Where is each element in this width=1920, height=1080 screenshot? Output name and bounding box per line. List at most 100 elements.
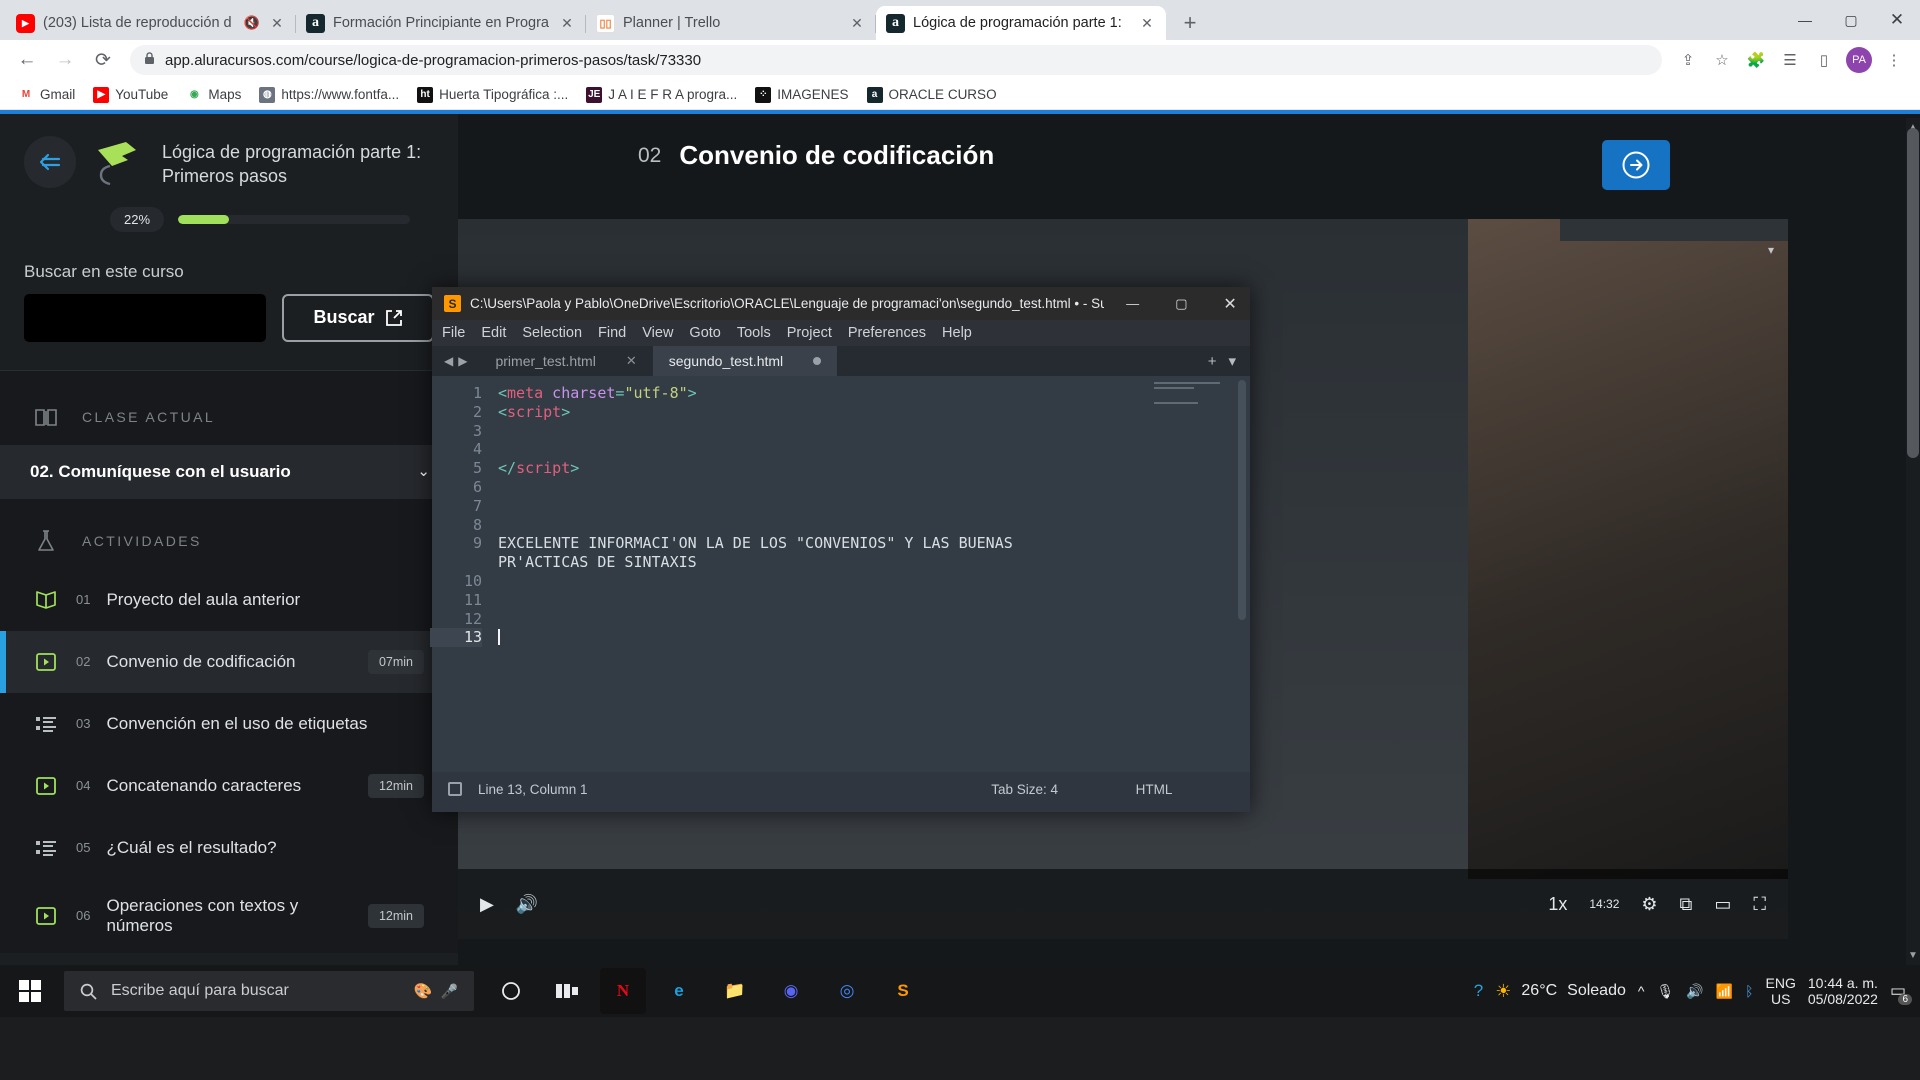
discord-icon[interactable]: ◉ <box>768 968 814 1014</box>
sidebar-toggle-icon[interactable] <box>448 782 462 796</box>
chrome-menu-icon[interactable]: ⋮ <box>1878 44 1910 76</box>
sublime-menu-view[interactable]: View <box>642 325 673 341</box>
sublime-minimap[interactable] <box>1154 382 1234 436</box>
sidepanel-icon[interactable]: ▯ <box>1808 44 1840 76</box>
file-explorer-icon[interactable]: 📁 <box>712 968 758 1014</box>
sublime-minimize-button[interactable]: — <box>1113 287 1153 320</box>
sublime-menu-selection[interactable]: Selection <box>522 325 582 341</box>
bluetooth-icon[interactable]: ᛒ <box>1745 983 1753 999</box>
sublime-code-area[interactable]: <meta charset="utf-8"> <script> </script>… <box>494 376 1250 772</box>
clock[interactable]: 10:44 a. m. 05/08/2022 <box>1808 975 1878 1007</box>
windows-start-icon[interactable] <box>0 965 60 1017</box>
sidebar-item-activity-06[interactable]: 06 Operaciones con textos y números 12min <box>0 879 458 953</box>
sublime-menu-tools[interactable]: Tools <box>737 325 771 341</box>
tab-next-icon[interactable]: ▶ <box>458 354 467 368</box>
language-indicator[interactable]: ENG US <box>1766 975 1796 1007</box>
scrollbar-thumb[interactable] <box>1907 128 1919 458</box>
taskbar-search[interactable]: Escribe aquí para buscar 🎨 🎤 <box>64 971 474 1011</box>
fullscreen-icon[interactable]: ⛶ <box>1753 894 1766 915</box>
bookmark-3[interactable]: ◍ https://www.fontfa... <box>251 84 407 106</box>
chrome-icon[interactable]: ◎ <box>824 968 870 1014</box>
sublime-tab-segundo[interactable]: segundo_test.html <box>652 346 838 376</box>
minimize-button[interactable]: — <box>1782 0 1828 40</box>
close-icon[interactable]: ✕ <box>848 15 866 32</box>
sublime-menu-help[interactable]: Help <box>942 325 972 341</box>
edge-icon[interactable]: e <box>656 968 702 1014</box>
browser-tab-0[interactable]: ▶ (203) Lista de reproducción d 🔇 ✕ <box>6 6 296 40</box>
sublime-tab-nav[interactable]: ◀ ▶ <box>432 346 479 376</box>
search-button[interactable]: Buscar <box>282 293 434 342</box>
reload-button[interactable]: ⟳ <box>86 43 120 77</box>
notification-icon[interactable]: ▭ 6 <box>1890 981 1912 1005</box>
browser-tab-3[interactable]: a Lógica de programación parte 1: ✕ <box>876 6 1166 40</box>
theater-mode-icon[interactable]: ▭ <box>1714 894 1731 915</box>
new-tab-button[interactable]: + <box>1176 10 1204 36</box>
back-button[interactable]: ← <box>10 43 44 77</box>
sidebar-item-activity-02[interactable]: 02 Convenio de codificación 07min <box>0 630 458 693</box>
bookmark-2[interactable]: ◉ Maps <box>178 84 249 106</box>
current-class-item[interactable]: 02. Comuníquese con el usuario ⌄ <box>0 444 458 499</box>
sublime-scrollbar[interactable] <box>1238 380 1246 620</box>
browser-tab-2[interactable]: ▯▯ Planner | Trello ✕ <box>586 6 876 40</box>
share-icon[interactable]: ⇪ <box>1672 44 1704 76</box>
wifi-icon[interactable]: 📶 <box>1716 983 1733 1000</box>
bookmark-0[interactable]: M Gmail <box>10 84 83 106</box>
netflix-icon[interactable]: N <box>600 968 646 1014</box>
sublime-tab-primer[interactable]: primer_test.html ✕ <box>479 346 652 376</box>
bookmark-4[interactable]: ht Huerta Tipográfica :... <box>409 84 576 106</box>
play-icon[interactable]: ▶ <box>480 894 494 915</box>
volume-icon[interactable]: 🔊 <box>516 894 538 915</box>
sublime-menu-project[interactable]: Project <box>787 325 832 341</box>
sublime-menu-find[interactable]: Find <box>598 325 626 341</box>
close-button[interactable]: ✕ <box>1874 0 1920 40</box>
gear-icon[interactable]: ⚙ <box>1641 894 1657 915</box>
mic-icon[interactable]: 🎙 <box>1656 983 1674 1000</box>
maximize-button[interactable]: ▢ <box>1828 0 1874 40</box>
syntax-mode[interactable]: HTML <box>1074 782 1234 797</box>
sublime-close-button[interactable]: ✕ <box>1210 287 1250 320</box>
scroll-down-icon[interactable]: ▼ <box>1907 950 1919 961</box>
sidebar-item-activity-03[interactable]: 03 Convención en el uso de etiquetas <box>0 693 458 755</box>
bookmark-6[interactable]: ⁘ IMAGENES <box>747 84 856 106</box>
playback-speed[interactable]: 1x <box>1548 894 1567 915</box>
close-icon[interactable]: ✕ <box>558 15 576 32</box>
forward-button[interactable]: → <box>48 43 82 77</box>
avatar[interactable]: PA <box>1846 47 1872 73</box>
close-icon[interactable]: ✕ <box>1138 15 1156 32</box>
close-icon[interactable]: ✕ <box>626 353 637 369</box>
tab-mute-icon[interactable]: 🔇 <box>244 15 260 31</box>
close-icon[interactable]: ✕ <box>268 15 286 32</box>
page-scrollbar[interactable]: ▲ ▼ <box>1906 118 1920 1017</box>
sidebar-item-activity-01[interactable]: 01 Proyecto del aula anterior <box>0 569 458 631</box>
sidebar-item-activity-05[interactable]: 05 ¿Cuál es el resultado? <box>0 817 458 879</box>
tab-prev-icon[interactable]: ◀ <box>444 354 453 368</box>
sublime-menu-goto[interactable]: Goto <box>689 325 720 341</box>
mic-icon[interactable]: 🎤 <box>441 983 458 1000</box>
sublime-menu-preferences[interactable]: Preferences <box>848 325 926 341</box>
task-view-icon[interactable] <box>544 968 590 1014</box>
chevron-down-icon[interactable]: ▾ <box>1768 243 1774 257</box>
sublime-text-window[interactable]: S C:\Users\Paola y Pablo\OneDrive\Escrit… <box>430 287 1250 812</box>
picture-in-picture-icon[interactable]: ⧉ <box>1680 894 1693 915</box>
collapse-sidebar-button[interactable] <box>24 136 76 188</box>
bookmark-1[interactable]: ▶ YouTube <box>85 84 176 106</box>
sublime-maximize-button[interactable]: ▢ <box>1162 287 1202 320</box>
tab-size[interactable]: Tab Size: 4 <box>991 782 1058 797</box>
sidebar-item-activity-04[interactable]: 04 Concatenando caracteres 12min <box>0 755 458 817</box>
search-input[interactable] <box>24 293 266 342</box>
cortana-circle-icon[interactable] <box>488 968 534 1014</box>
sublime-editor[interactable]: 1 2 3 4 5 6 7 8 9 10 11 12 13 <meta charset="utf-8">… <box>430 376 1250 772</box>
sublime-menu-file[interactable]: File <box>442 325 465 341</box>
bookmark-5[interactable]: JE J A I E F R A progra... <box>578 84 745 106</box>
chevron-up-icon[interactable]: ^ <box>1638 983 1645 999</box>
bookmark-7[interactable]: a ORACLE CURSO <box>859 84 1005 106</box>
extensions-puzzle-icon[interactable]: 🧩 <box>1740 44 1772 76</box>
sublime-menu-edit[interactable]: Edit <box>481 325 506 341</box>
weather-widget[interactable]: ☀ 26°C Soleado <box>1495 981 1626 1002</box>
reading-list-icon[interactable]: ☰ <box>1774 44 1806 76</box>
continue-button[interactable] <box>1602 140 1670 190</box>
tab-menu-icon[interactable]: ▾ <box>1228 352 1236 370</box>
add-tab-icon[interactable]: + <box>1208 353 1217 370</box>
volume-icon[interactable]: 🔊 <box>1686 983 1703 1000</box>
address-bar[interactable]: app.aluracursos.com/course/logica-de-pro… <box>130 45 1662 75</box>
